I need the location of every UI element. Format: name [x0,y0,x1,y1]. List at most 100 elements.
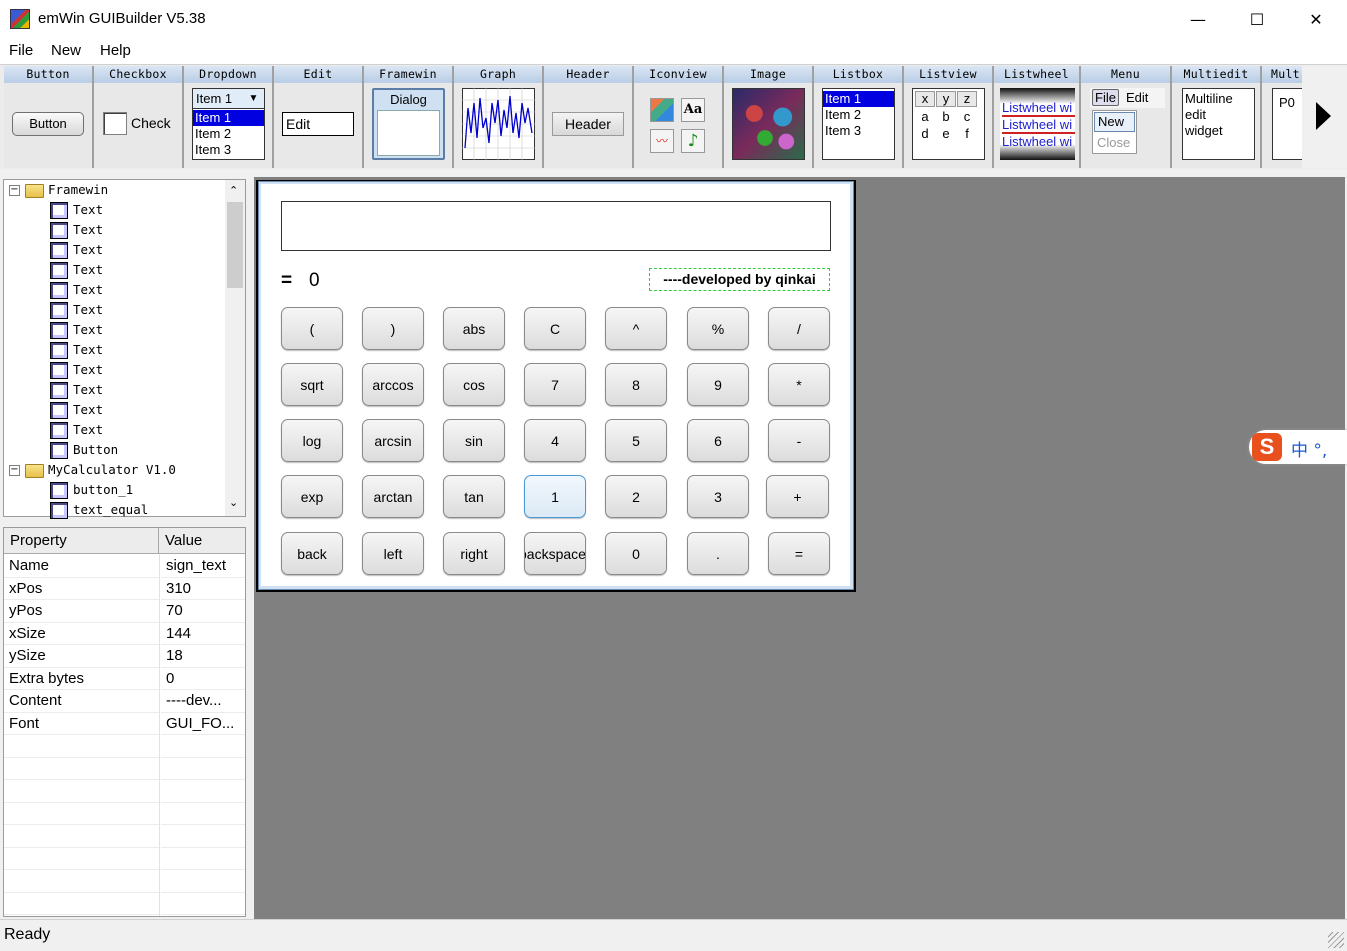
tree-folder-node[interactable]: − Framewin [9,180,108,200]
calc-button-sin[interactable]: sin [443,419,505,462]
palette-iconview[interactable]: Iconview Aa 〰 ♪ [634,66,724,168]
calc-button-rparen[interactable]: ) [362,307,424,350]
property-name[interactable]: Content [4,690,159,713]
property-value[interactable] [161,825,245,848]
property-value[interactable]: 144 [161,623,245,645]
resize-grip[interactable] [1328,932,1344,948]
calc-button-cos[interactable]: cos [443,363,505,406]
palette-button[interactable]: Button Button [4,66,94,168]
palette-image[interactable]: Image [724,66,814,168]
calc-button-multiply[interactable]: * [768,363,830,406]
calc-button-8[interactable]: 8 [605,363,667,406]
property-name[interactable]: xSize [4,623,159,645]
tree-scrollbar[interactable]: ⌃ ⌄ [225,180,245,516]
palette-edit[interactable]: Edit Edit [274,66,364,168]
calc-button-abs[interactable]: abs [443,307,505,350]
palette-listbox[interactable]: Listbox Item 1 Item 2 Item 3 [814,66,904,168]
calc-button-2[interactable]: 2 [605,475,667,518]
calc-button-minus[interactable]: - [768,419,830,462]
chevron-up-icon[interactable]: ⌃ [229,184,238,197]
tree-node[interactable]: button_1 [50,480,133,500]
property-name[interactable]: xPos [4,578,159,600]
collapse-icon[interactable]: − [9,185,20,196]
palette-graph[interactable]: Graph [454,66,544,168]
property-value[interactable] [161,803,245,825]
property-name[interactable] [4,780,159,803]
maximize-button[interactable]: ☐ [1228,0,1286,38]
property-value[interactable] [161,870,245,893]
calc-button-percent[interactable]: % [687,307,749,350]
tree-node[interactable]: Text [50,420,103,440]
property-name[interactable] [4,848,159,870]
property-value[interactable]: 0 [161,668,245,690]
calc-button-4[interactable]: 4 [524,419,586,462]
palette-header[interactable]: Header Header [544,66,634,168]
calc-button-7[interactable]: 7 [524,363,586,406]
tree-node[interactable]: Button [50,440,118,460]
palette-checkbox[interactable]: Checkbox Check [94,66,184,168]
property-value[interactable]: 70 [161,600,245,623]
column-header-value[interactable]: Value [159,528,245,554]
calc-button-6[interactable]: 6 [687,419,749,462]
tree-node[interactable]: Text [50,400,103,420]
calc-button-9[interactable]: 9 [687,363,749,406]
chevron-down-icon[interactable]: ⌄ [229,496,238,509]
tree-node[interactable]: Text [50,300,103,320]
tree-node[interactable]: Text [50,360,103,380]
property-value[interactable] [161,780,245,803]
palette-listwheel[interactable]: Listwheel Listwheel wi Listwheel wi List… [994,66,1081,168]
collapse-icon[interactable]: − [9,465,20,476]
tree-node[interactable]: Text [50,240,103,260]
tree-node[interactable]: Text [50,340,103,360]
calc-button-3[interactable]: 3 [687,475,749,518]
calc-button-exp[interactable]: exp [281,475,343,518]
minimize-button[interactable]: — [1169,0,1227,38]
property-value[interactable]: 18 [161,645,245,668]
property-name[interactable] [4,803,159,825]
arrow-right-icon[interactable] [1316,102,1331,130]
property-name[interactable] [4,735,159,758]
palette-menu[interactable]: Menu File Edit New Close [1081,66,1172,168]
property-name[interactable] [4,893,159,915]
menu-new[interactable]: New [51,42,81,59]
calc-button-arccos[interactable]: arccos [362,363,424,406]
palette-dropdown[interactable]: Dropdown Item 1 ▼ Item 1 Item 2 Item 3 [184,66,274,168]
close-button[interactable]: ✕ [1287,0,1345,38]
property-value[interactable] [161,848,245,870]
calc-button-log[interactable]: log [281,419,343,462]
property-table[interactable]: Property Value Name sign_text xPos 310 yPos 7… [3,527,246,917]
property-value[interactable] [161,735,245,758]
tree-node[interactable]: Text [50,280,103,300]
property-name[interactable]: Font [4,713,159,735]
sign-text[interactable]: ----developed by qinkai [649,268,830,291]
palette-framewin[interactable]: Framewin Dialog [364,66,454,168]
property-name[interactable] [4,758,159,780]
column-header-property[interactable]: Property [4,528,159,554]
property-value[interactable] [161,893,245,915]
calc-button-tan[interactable]: tan [443,475,505,518]
property-name[interactable]: Extra bytes [4,668,159,690]
calc-button-caret[interactable]: ^ [605,307,667,350]
tree-node[interactable]: Text [50,320,103,340]
calc-button-arcsin[interactable]: arcsin [362,419,424,462]
calc-button-lparen[interactable]: ( [281,307,343,350]
calc-button-5[interactable]: 5 [605,419,667,462]
tree-node[interactable]: Text [50,260,103,280]
calc-button-backspace[interactable]: backspace [524,532,586,575]
property-name[interactable] [4,870,159,893]
calc-button-arctan[interactable]: arctan [362,475,424,518]
calculator-display[interactable] [281,201,831,251]
scrollbar-thumb[interactable] [227,202,243,288]
property-name[interactable]: yPos [4,600,159,623]
property-value[interactable] [161,758,245,780]
calc-button-plus[interactable]: + [766,475,829,518]
calc-button-equals[interactable]: = [768,532,830,575]
property-value[interactable]: GUI_FO... [161,713,245,735]
tree-node[interactable]: Text [50,380,103,400]
menu-file[interactable]: File [9,42,33,59]
calc-button-divide[interactable]: / [768,307,830,350]
property-name[interactable]: Name [4,555,159,578]
property-name[interactable]: ySize [4,645,159,668]
property-name[interactable] [4,825,159,848]
palette-multipage[interactable]: Mult P0 [1262,66,1302,168]
